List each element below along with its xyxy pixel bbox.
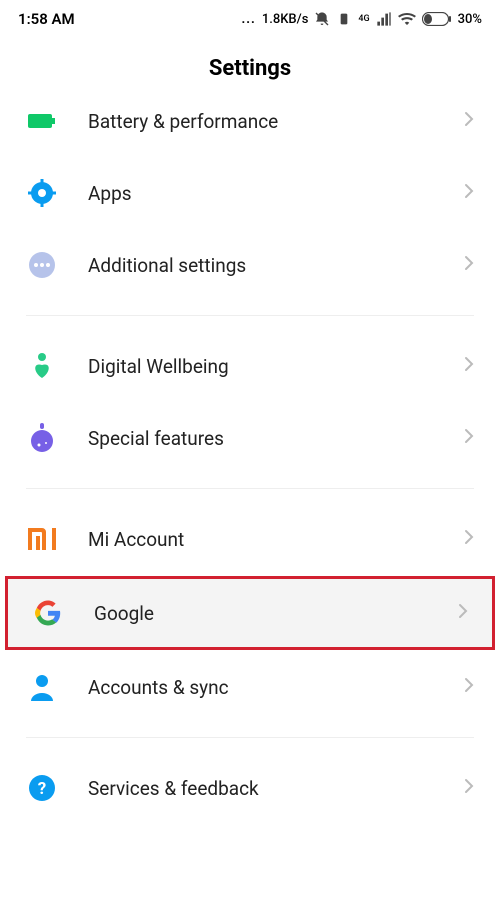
apps-icon	[26, 177, 58, 209]
help-icon: ?	[26, 772, 58, 804]
settings-item-services[interactable]: ? Services & feedback	[0, 752, 500, 824]
svg-text:?: ?	[38, 779, 46, 799]
battery-perf-icon	[26, 105, 58, 137]
settings-item-additional[interactable]: Additional settings	[0, 229, 500, 301]
settings-item-wellbeing[interactable]: Digital Wellbeing	[0, 330, 500, 402]
chevron-right-icon	[464, 778, 474, 798]
settings-list: Battery & performance Apps Additional se…	[0, 99, 500, 824]
chevron-right-icon	[464, 255, 474, 275]
wifi-icon	[398, 10, 416, 28]
divider	[26, 737, 474, 738]
google-icon	[32, 597, 64, 629]
divider	[26, 488, 474, 489]
special-icon	[26, 422, 58, 454]
item-label: Special features	[88, 427, 434, 450]
settings-item-google[interactable]: Google	[6, 577, 494, 649]
status-battery-pct: 30%	[458, 12, 482, 27]
status-dots: ...	[242, 12, 256, 27]
dnd-icon	[314, 11, 330, 27]
status-bar: 1:58 AM ... 1.8KB/s 4G 30%	[0, 0, 500, 34]
item-label: Accounts & sync	[88, 676, 434, 699]
chevron-right-icon	[464, 428, 474, 448]
chevron-right-icon	[464, 111, 474, 131]
accounts-icon	[26, 671, 58, 703]
page-title: Settings	[0, 34, 500, 99]
item-label: Battery & performance	[88, 110, 434, 133]
item-label: Digital Wellbeing	[88, 355, 434, 378]
status-indicators: ... 1.8KB/s 4G 30%	[242, 10, 483, 28]
signal-icon	[376, 11, 392, 27]
item-label: Apps	[88, 182, 434, 205]
battery-icon	[422, 12, 452, 26]
item-label: Mi Account	[88, 528, 434, 551]
wellbeing-icon	[26, 350, 58, 382]
chevron-right-icon	[464, 356, 474, 376]
item-label: Additional settings	[88, 254, 434, 277]
item-label: Services & feedback	[88, 777, 434, 800]
settings-item-accounts[interactable]: Accounts & sync	[0, 651, 500, 723]
divider	[26, 315, 474, 316]
mi-icon	[26, 523, 58, 555]
status-time: 1:58 AM	[18, 10, 75, 28]
chevron-right-icon	[464, 677, 474, 697]
settings-item-mi-account[interactable]: Mi Account	[0, 503, 500, 575]
status-network: 4G	[358, 15, 369, 24]
chevron-right-icon	[458, 603, 468, 623]
chevron-right-icon	[464, 529, 474, 549]
settings-item-special[interactable]: Special features	[0, 402, 500, 474]
settings-item-battery[interactable]: Battery & performance	[0, 99, 500, 157]
chevron-right-icon	[464, 183, 474, 203]
settings-item-apps[interactable]: Apps	[0, 157, 500, 229]
status-speed: 1.8KB/s	[262, 12, 309, 27]
additional-icon	[26, 249, 58, 281]
item-label: Google	[94, 602, 428, 625]
vibrate-icon	[336, 11, 352, 27]
